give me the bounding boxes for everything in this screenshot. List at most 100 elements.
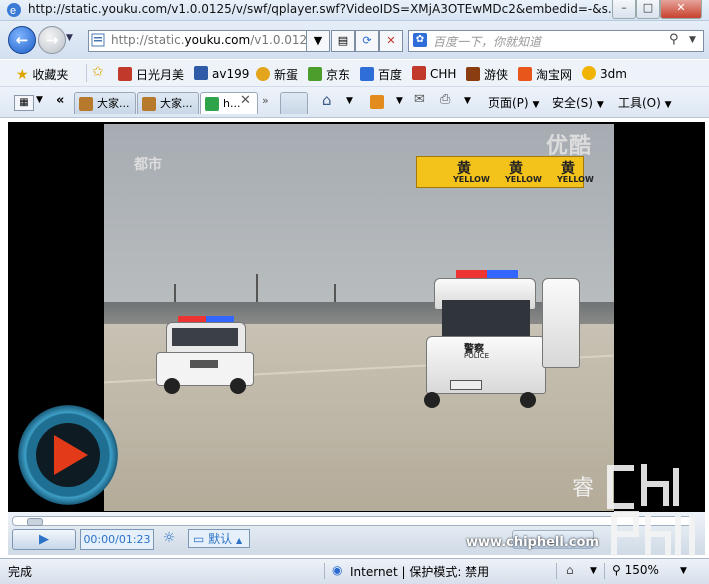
divider [324,563,325,579]
fav-item-5[interactable]: CHH [412,66,456,81]
wheel [230,378,246,394]
search-icon[interactable]: ⚲ [669,32,679,47]
arrow-left-icon: ← [15,31,29,49]
maximize-icon[interactable]: □ [636,0,660,19]
fav-item-8[interactable]: 3dm [582,66,627,81]
play-icon: ▶ [39,532,49,547]
wheel [424,392,440,408]
mail-icon[interactable]: ✉ [414,92,425,107]
back-button[interactable]: ← [8,26,36,54]
rss-icon[interactable] [370,95,384,109]
address-dropdown-icon[interactable]: ▼ [306,30,330,52]
tools-menu[interactable]: 工具(O) ▼ [618,94,672,111]
quality-icon: ▭ [193,532,205,546]
navigation-bar: ← → ▼ http://static.youku.com/v1.0.0125/… [0,21,709,59]
fav-item-2[interactable]: 新蛋 [256,66,298,83]
divider [604,563,605,579]
rss-dropdown-icon[interactable]: ▼ [396,96,403,106]
page-icon [91,33,105,47]
chevron-down-icon: ▼ [664,100,672,110]
add-favorite-icon[interactable]: ✩ [92,64,104,80]
favorites-bar: ★ 收藏夹 ✩ 日光月美 av199 新蛋 京东 百度 CHH 游侠 淘宝网 3… [0,60,709,87]
yellow-warning-banner: 黄 黄 黄 YELLOW YELLOW YELLOW [416,156,594,188]
tab-0[interactable]: 大家... [74,92,136,114]
address-input[interactable]: http://static.youku.com/v1.0.0125/ [88,30,330,52]
video-frame[interactable]: 警察 POLICE 都市 优酷 黄 黄 黄 YELLOW YELLOW YELL… [104,124,614,511]
scroll-tabs-left-icon[interactable]: « [56,93,64,108]
play-button[interactable]: ▶ [12,529,76,550]
favorites-button[interactable]: ★ 收藏夹 [16,66,68,83]
play-icon [54,435,88,475]
address-url: http://static.youku.com/v1.0.0125/ [111,33,311,47]
baidu-paw-icon: ✿ [413,33,427,47]
status-text: 完成 [8,565,33,579]
fav-item-1[interactable]: av199 [194,66,249,81]
chevron-down-icon: ▼ [532,100,540,110]
seek-bar[interactable] [12,516,694,526]
history-dropdown-icon[interactable]: ▼ [66,33,73,43]
new-tab-button[interactable] [280,92,308,114]
3dm-icon [582,66,596,80]
police-suv [156,316,254,394]
protected-mode-icon[interactable]: ⌂ [566,563,574,577]
seek-handle[interactable] [27,518,43,526]
search-placeholder: 百度一下，你就知道 [433,35,542,49]
chh-icon [412,66,426,80]
suv-windshield [172,328,238,346]
banner-sub: YELLOW [453,175,490,184]
ie-icon: e [7,3,21,17]
fav-item-3[interactable]: 京东 [308,66,350,83]
compat-view-icon[interactable]: ▤ [331,30,355,52]
fav-item-7[interactable]: 淘宝网 [518,66,572,83]
tab-1[interactable]: 大家... [137,92,199,114]
search-input[interactable]: ✿ 百度一下，你就知道 ⚲ ▼ [408,30,704,52]
quick-tabs-icon[interactable]: ▦ [14,95,34,111]
divider [556,563,557,579]
page-menu[interactable]: 页面(P) ▼ [488,94,539,111]
zoom-dropdown-icon[interactable]: ▼ [680,566,687,576]
minimize-icon[interactable]: – [612,0,636,19]
fav-item-0[interactable]: 日光月美 [118,66,184,83]
play-overlay-button[interactable] [18,405,118,505]
safety-menu[interactable]: 安全(S) ▼ [552,94,604,111]
close-tab-icon[interactable]: ✕ [240,93,251,108]
search-dropdown-icon[interactable]: ▼ [689,35,696,45]
brightness-icon[interactable]: ☼ [158,529,180,548]
corner-watermark: 睿 [572,476,595,501]
print-icon[interactable]: ⎙ [440,92,450,107]
egg-icon [256,67,270,81]
taobao-icon [518,67,532,81]
police-van: 警察 POLICE [420,270,550,410]
forward-button[interactable]: → [38,26,66,54]
divider [86,64,87,82]
wheel [164,378,180,394]
van-body [426,336,546,394]
print-dropdown-icon[interactable]: ▼ [464,96,471,106]
chevron-down-icon: ▼ [596,100,604,110]
hd-icon [194,66,208,80]
title-bar: e http://static.youku.com/v1.0.0125/v/sw… [0,0,709,21]
channel-logo: 都市 [134,157,162,173]
tab-favicon [79,97,93,111]
svg-text:e: e [10,5,16,17]
security-zone[interactable]: Internet | 保护模式: 禁用 [350,563,489,580]
scroll-tabs-right-icon[interactable]: » [262,94,269,107]
ali-icon [466,67,480,81]
quality-select[interactable]: ▭ 默认 ▲ [188,529,250,548]
protected-mode-dropdown-icon[interactable]: ▼ [590,566,597,576]
stop-icon[interactable]: ✕ [379,30,403,52]
zoom-icon: ⚲ [612,563,621,577]
fav-item-6[interactable]: 游侠 [466,66,508,83]
home-icon[interactable]: ⌂ [322,91,332,109]
star-icon: ★ [16,67,29,83]
tab-list-dropdown-icon[interactable]: ▼ [36,95,43,105]
player-controls: ▶ 00:00/01:23 ☼ ▭ 默认 ▲ [8,512,705,555]
fav-item-4[interactable]: 百度 [360,66,402,83]
jd-icon [308,67,322,81]
close-icon[interactable]: ✕ [660,0,702,19]
refresh-icon[interactable]: ⟳ [355,30,379,52]
zoom-control[interactable]: ⚲ 150% [612,563,659,577]
chevron-up-icon: ▲ [236,536,243,545]
bookmark-icon [118,67,132,81]
home-dropdown-icon[interactable]: ▼ [346,96,353,106]
